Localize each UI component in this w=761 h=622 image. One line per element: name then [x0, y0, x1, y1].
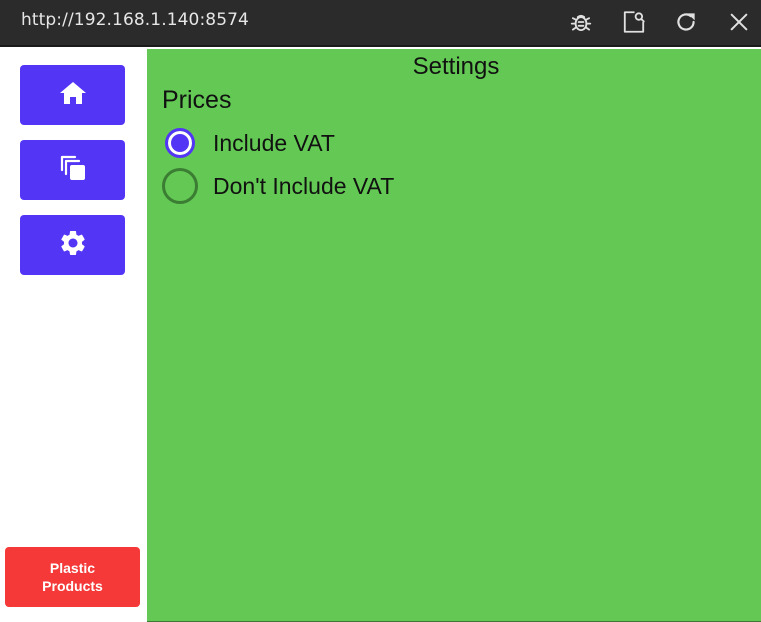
url-text: http://192.168.1.140:8574 [21, 10, 249, 30]
sidebar-item-settings[interactable] [20, 215, 125, 275]
settings-panel: Settings Prices Include VAT Don't Includ… [147, 49, 761, 621]
radio-label: Don't Include VAT [213, 172, 395, 199]
bug-icon[interactable] [567, 8, 595, 36]
gear-icon [58, 228, 88, 263]
close-icon[interactable] [725, 8, 753, 36]
page-title: Settings [412, 53, 500, 80]
brand-label: Plastic Products [42, 560, 103, 594]
radio-label: Include VAT [213, 129, 335, 156]
sidebar-item-copy[interactable] [20, 140, 125, 200]
radio-unchecked-icon[interactable] [162, 168, 198, 204]
radio-include-vat[interactable]: Include VAT [162, 125, 335, 161]
sidebar: Plastic Products [0, 49, 147, 622]
radio-checked-icon[interactable] [165, 128, 195, 158]
copy-icon [58, 153, 88, 188]
radio-dont-include-vat[interactable]: Don't Include VAT [162, 168, 394, 204]
sidebar-item-home[interactable] [20, 65, 125, 125]
home-icon [59, 80, 87, 111]
browser-titlebar: http://192.168.1.140:8574 [0, 0, 761, 47]
section-title-prices: Prices [162, 86, 232, 114]
plastic-products-button[interactable]: Plastic Products [5, 547, 140, 607]
reload-icon[interactable] [672, 8, 700, 36]
open-external-icon[interactable] [620, 8, 648, 36]
